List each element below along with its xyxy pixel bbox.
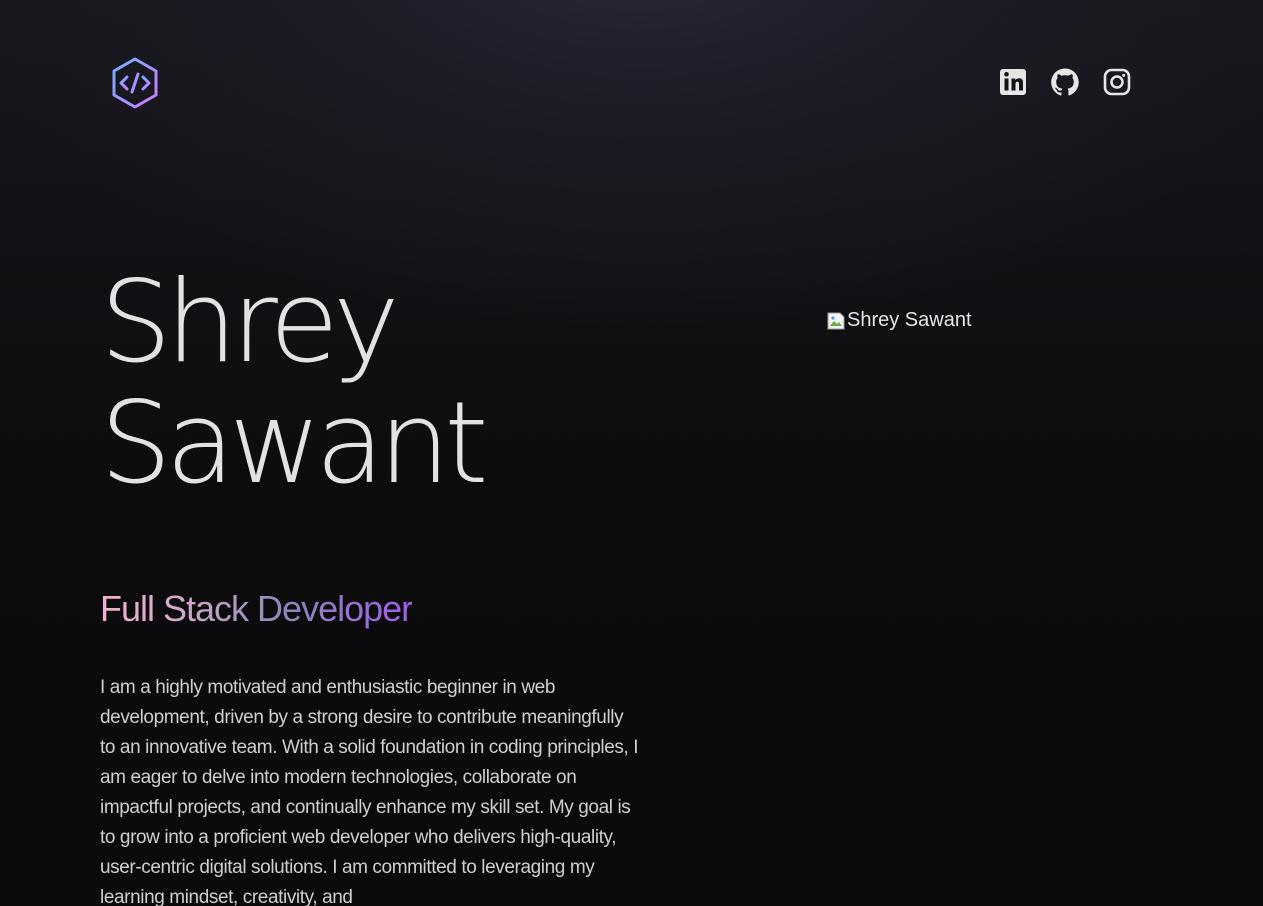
code-hexagon-icon xyxy=(112,57,158,109)
social-links xyxy=(998,66,1132,98)
hero-name: Shrey Sawant xyxy=(100,256,489,509)
broken-image-icon xyxy=(827,312,845,330)
instagram-link[interactable] xyxy=(1102,66,1132,98)
hero-name-last: Sawant xyxy=(100,377,489,509)
linkedin-link[interactable] xyxy=(998,66,1028,98)
job-title: Full Stack Developer xyxy=(100,588,413,629)
linkedin-icon xyxy=(1000,69,1026,95)
github-link[interactable] xyxy=(1050,66,1080,98)
github-icon xyxy=(1051,68,1079,96)
instagram-icon xyxy=(1103,68,1131,96)
bio-text: I am a highly motivated and enthusiastic… xyxy=(100,677,639,906)
profile-photo: Shrey Sawant xyxy=(827,309,972,332)
profile-photo-alt: Shrey Sawant xyxy=(847,309,972,331)
logo-link[interactable] xyxy=(110,56,160,110)
hero-name-first: Shrey xyxy=(100,256,400,388)
